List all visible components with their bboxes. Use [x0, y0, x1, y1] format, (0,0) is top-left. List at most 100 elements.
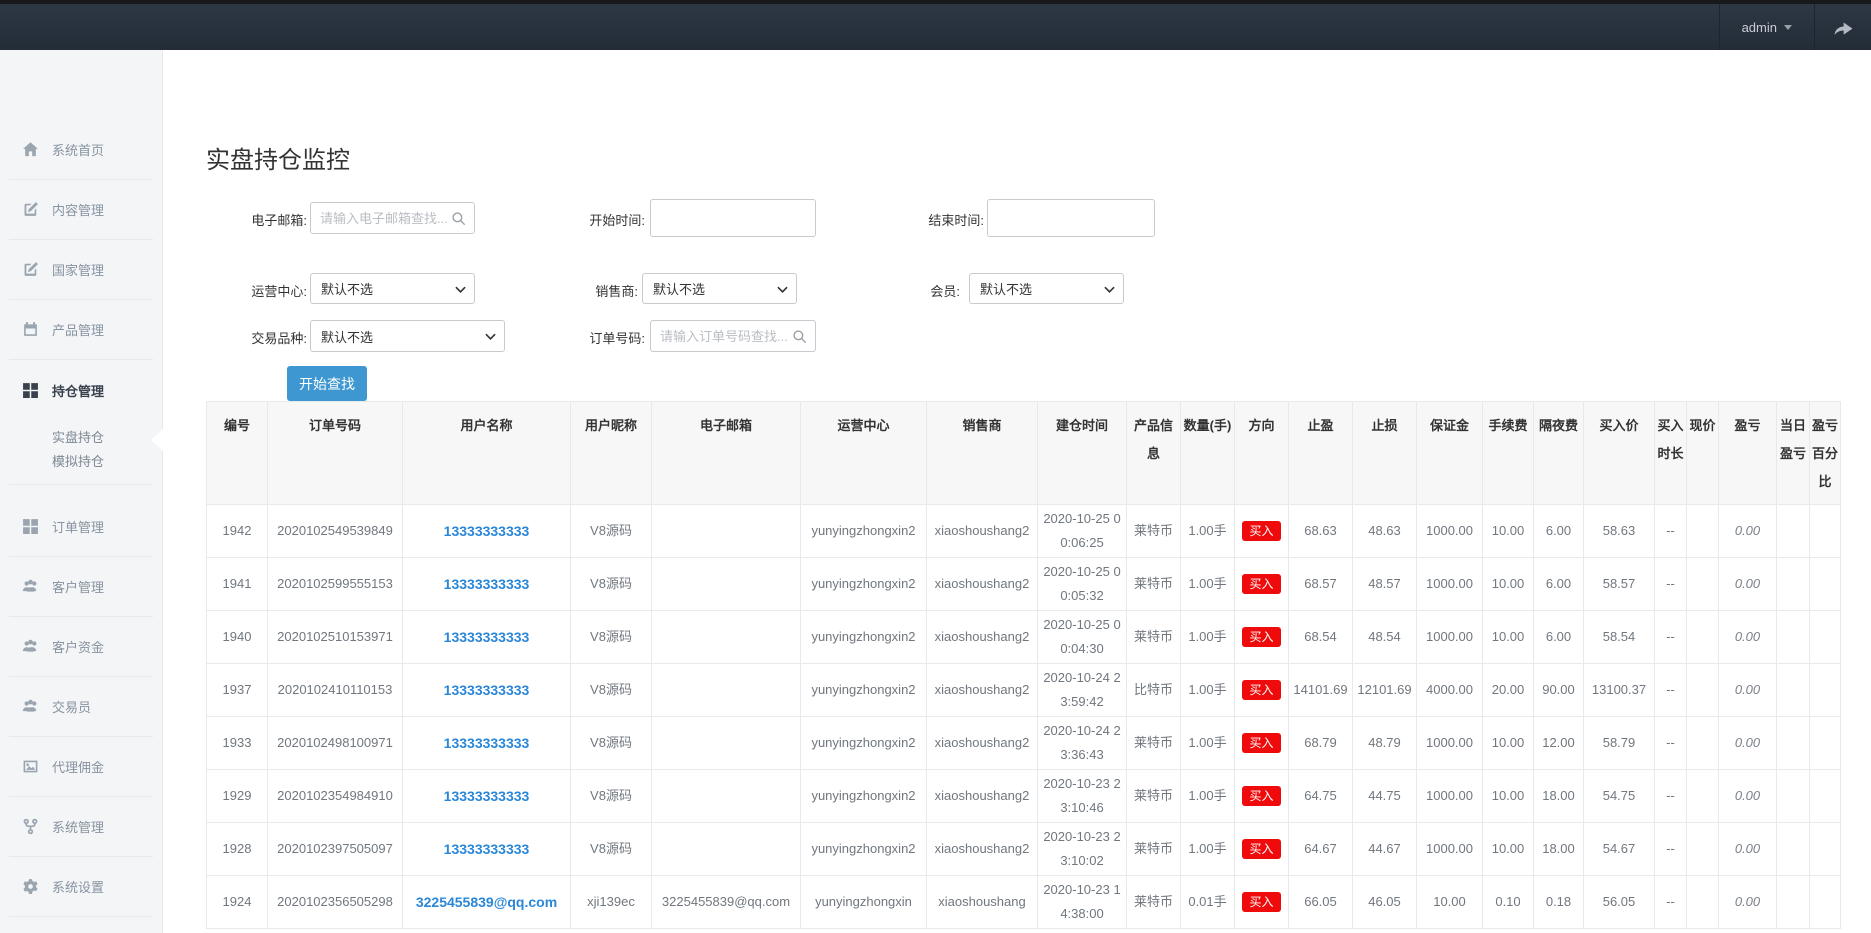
seller-value: 默认不选	[653, 279, 705, 298]
sidebar-item-11[interactable]: 系统设置	[9, 857, 153, 917]
cell-fee: 10.00	[1483, 770, 1534, 823]
sidebar-item-1[interactable]: 内容管理	[9, 180, 153, 240]
sidebar-item-0[interactable]: 系统首页	[9, 120, 153, 180]
cell-product: 莱特币	[1127, 505, 1181, 558]
cell-pnl-percent	[1810, 876, 1841, 929]
chevron-down-icon	[1784, 25, 1792, 30]
cell-buy-price: 58.79	[1584, 717, 1655, 770]
cell-seller: xiaoshoushang2	[927, 558, 1038, 611]
cell-op-center: yunyingzhongxin2	[801, 611, 927, 664]
column-header-seller: 销售商	[927, 402, 1038, 505]
users-icon	[22, 698, 39, 715]
user-link[interactable]: 13333333333	[444, 735, 530, 751]
user-name: admin	[1742, 20, 1777, 35]
sidebar: 系统首页内容管理国家管理产品管理持仓管理实盘持仓模拟持仓订单管理客户管理客户资金…	[0, 50, 163, 933]
cell-quantity: 1.00手	[1181, 717, 1235, 770]
sidebar-item-2[interactable]: 国家管理	[9, 240, 153, 300]
table-row: 1942202010254953984913333333333V8源码yunyi…	[207, 505, 1841, 558]
sidebar-subitem-0[interactable]: 实盘持仓	[52, 426, 153, 450]
sidebar-item-7[interactable]: 客户资金	[9, 617, 153, 677]
cell-seller: xiaoshoushang2	[927, 611, 1038, 664]
cell-margin: 4000.00	[1417, 664, 1483, 717]
op-center-label: 运营中心:	[197, 281, 307, 300]
cell-direction: 买入	[1235, 876, 1289, 929]
sidebar-item-label: 持仓管理	[52, 381, 104, 400]
user-link[interactable]: 3225455839@qq.com	[416, 894, 557, 910]
user-link[interactable]: 13333333333	[444, 629, 530, 645]
cell-pnl: 0.00	[1719, 770, 1777, 823]
column-header-margin: 保证金	[1417, 402, 1483, 505]
sidebar-item-8[interactable]: 交易员	[9, 677, 153, 737]
logout-button[interactable]	[1815, 4, 1871, 50]
gear-icon	[22, 878, 39, 895]
cell-stop-loss: 12101.69	[1353, 664, 1417, 717]
user-link[interactable]: 13333333333	[444, 841, 530, 857]
cell-stop-loss: 48.63	[1353, 505, 1417, 558]
user-link[interactable]: 13333333333	[444, 788, 530, 804]
cell-day-pnl	[1777, 823, 1810, 876]
cell-nickname: V8源码	[571, 823, 652, 876]
cell-take-profit: 68.57	[1289, 558, 1353, 611]
cell-margin: 10.00	[1417, 876, 1483, 929]
forward-arrow-icon	[1831, 18, 1855, 37]
cell-overnight-fee: 6.00	[1534, 611, 1584, 664]
cell-open-time: 2020-10-25 00:04:30	[1038, 611, 1127, 664]
column-header-take-profit: 止盈	[1289, 402, 1353, 505]
cell-id: 1933	[207, 717, 268, 770]
search-icon[interactable]	[451, 211, 466, 226]
symbol-value: 默认不选	[321, 327, 373, 346]
cell-nickname: V8源码	[571, 558, 652, 611]
end-time-label: 结束时间:	[874, 210, 984, 229]
cell-email	[652, 717, 801, 770]
cell-overnight-fee: 18.00	[1534, 770, 1584, 823]
sidebar-subitem-1[interactable]: 模拟持仓	[52, 450, 153, 474]
cell-id: 1941	[207, 558, 268, 611]
user-link[interactable]: 13333333333	[444, 523, 530, 539]
sidebar-item-4[interactable]: 持仓管理	[9, 360, 153, 420]
symbol-select[interactable]: 默认不选	[310, 320, 505, 352]
cell-overnight-fee: 18.00	[1534, 823, 1584, 876]
cell-fee: 10.00	[1483, 505, 1534, 558]
sidebar-item-9[interactable]: 代理佣金	[9, 737, 153, 797]
cell-nickname: V8源码	[571, 664, 652, 717]
sidebar-item-10[interactable]: 系统管理	[9, 797, 153, 857]
user-link[interactable]: 13333333333	[444, 576, 530, 592]
cell-margin: 1000.00	[1417, 611, 1483, 664]
start-time-input[interactable]	[650, 199, 816, 237]
cell-quantity: 1.00手	[1181, 770, 1235, 823]
table-header-row: 编号订单号码用户名称用户昵称电子邮箱运营中心销售商建仓时间产品信息数量(手)方向…	[207, 402, 1841, 505]
chevron-down-icon	[1104, 286, 1115, 293]
cell-overnight-fee: 6.00	[1534, 505, 1584, 558]
user-menu[interactable]: admin	[1719, 4, 1815, 50]
cell-seller: xiaoshoushang2	[927, 823, 1038, 876]
sidebar-item-6[interactable]: 客户管理	[9, 557, 153, 617]
sidebar-item-label: 系统管理	[52, 817, 104, 836]
search-icon[interactable]	[792, 329, 807, 344]
cell-hold-duration: --	[1655, 770, 1687, 823]
cell-take-profit: 68.79	[1289, 717, 1353, 770]
op-center-select[interactable]: 默认不选	[310, 273, 475, 304]
cell-user-name: 13333333333	[403, 823, 571, 876]
cell-quantity: 1.00手	[1181, 558, 1235, 611]
user-link[interactable]: 13333333333	[444, 682, 530, 698]
cell-fee: 10.00	[1483, 558, 1534, 611]
cell-pnl: 0.00	[1719, 505, 1777, 558]
sidebar-item-3[interactable]: 产品管理	[9, 300, 153, 360]
end-time-input[interactable]	[987, 199, 1155, 237]
cell-pnl: 0.00	[1719, 717, 1777, 770]
cell-email	[652, 823, 801, 876]
order-no-label: 订单号码:	[535, 328, 645, 347]
column-header-op-center: 运营中心	[801, 402, 927, 505]
sidebar-item-label: 订单管理	[52, 517, 104, 536]
table-row: 1933202010249810097113333333333V8源码yunyi…	[207, 717, 1841, 770]
chevron-down-icon	[455, 286, 466, 293]
member-select[interactable]: 默认不选	[969, 273, 1124, 304]
direction-badge: 买入	[1242, 680, 1280, 700]
cell-direction: 买入	[1235, 823, 1289, 876]
sidebar-item-5[interactable]: 订单管理	[9, 497, 153, 557]
fork-icon	[22, 818, 39, 835]
seller-select[interactable]: 默认不选	[642, 273, 797, 304]
cell-fee: 10.00	[1483, 717, 1534, 770]
search-button[interactable]: 开始查找	[287, 366, 367, 401]
email-filter-label: 电子邮箱:	[197, 210, 307, 229]
